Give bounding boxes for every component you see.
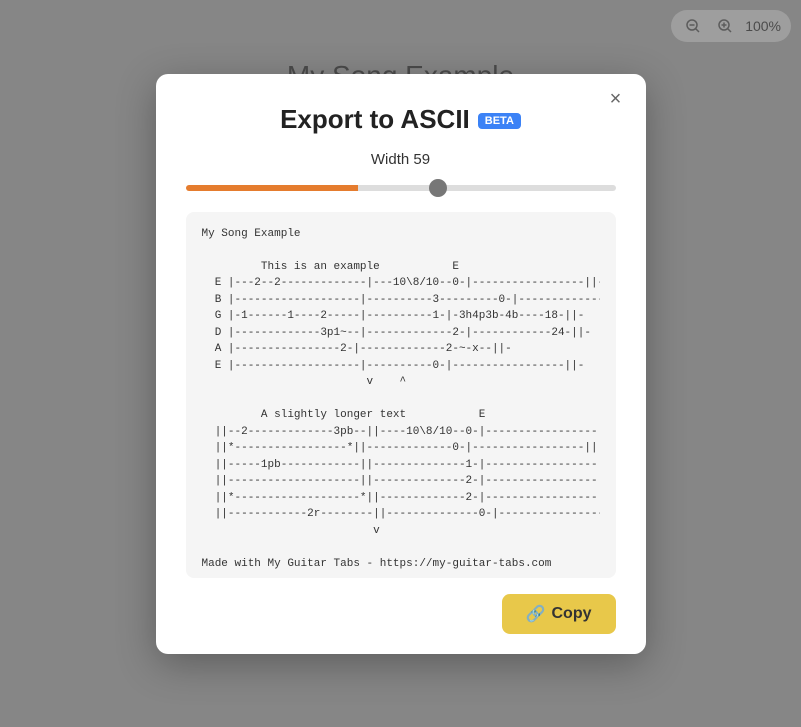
copy-button-label: Copy — [552, 605, 592, 623]
modal-footer: 🔗 Copy — [186, 594, 616, 634]
width-slider[interactable] — [186, 185, 616, 191]
link-icon: 🔗 — [526, 604, 546, 624]
modal-overlay: × Export to ASCII BETA Width 59 My Song E… — [0, 0, 801, 727]
ascii-content: My Song Example This is an example E E |… — [202, 226, 600, 573]
modal-title: Export to ASCII — [280, 104, 470, 134]
ascii-output-box: My Song Example This is an example E E |… — [186, 212, 616, 578]
width-label: Width 59 — [186, 151, 616, 168]
modal-header: Export to ASCII BETA — [186, 104, 616, 135]
copy-button[interactable]: 🔗 Copy — [502, 594, 616, 634]
export-modal: × Export to ASCII BETA Width 59 My Song E… — [156, 74, 646, 654]
beta-badge: BETA — [478, 113, 521, 129]
width-slider-container — [186, 178, 616, 196]
modal-close-button[interactable]: × — [602, 86, 630, 114]
